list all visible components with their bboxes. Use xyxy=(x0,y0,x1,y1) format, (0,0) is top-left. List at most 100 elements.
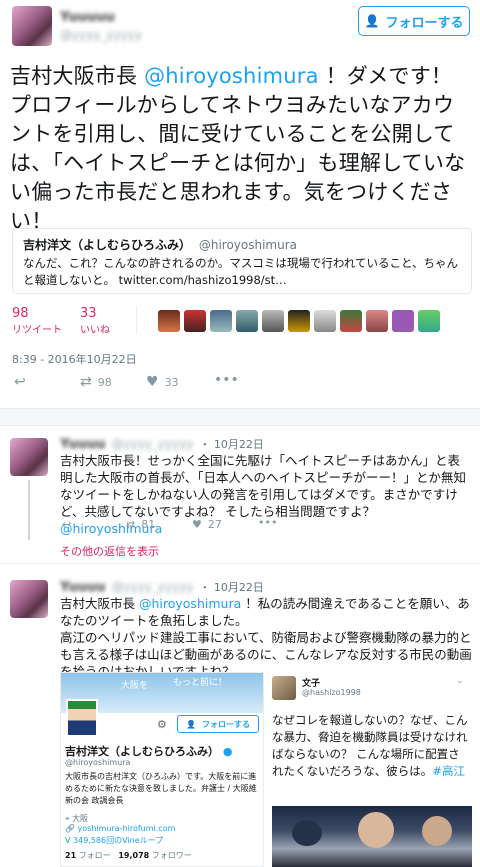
retweet-count: 98 xyxy=(12,306,29,321)
more-icon: ••• xyxy=(258,516,278,529)
following-count: 21 xyxy=(65,851,77,860)
more-icon: ••• xyxy=(214,372,239,388)
retweet-icon: ⇄ xyxy=(126,518,136,531)
embedded-handle: @hiroyoshimura xyxy=(65,758,131,767)
embedded-location: ⌖ 大阪 xyxy=(65,813,88,824)
embedded-website[interactable]: 🔗 yoshimura-hirofumi.com xyxy=(65,824,175,833)
follow-button[interactable]: 👤 フォローする xyxy=(358,6,470,36)
like-action-count: 33 xyxy=(164,375,179,389)
embedded-tweet[interactable]: 文子 @hashizo1998 ⌄ なぜコレを報道しないの？なぜ、こんな暴力、脅… xyxy=(270,672,472,867)
quoted-name: 吉村洋文（よしむらひろふみ） xyxy=(23,238,192,252)
follow-label: フォローする xyxy=(385,15,464,31)
quoted-handle: @hiroyoshimura xyxy=(198,238,298,252)
embedded-tweet-text: なぜコレを報道しないの？なぜ、こんな暴力、脅迫を機動隊員は受けなければならないの… xyxy=(272,712,470,780)
embedded-name-text: 吉村洋文（よしむらひろふみ） xyxy=(65,745,219,758)
like-action[interactable]: ♥ 33 xyxy=(146,374,179,390)
verified-icon: ● xyxy=(222,745,233,758)
embedded-follow-label: フォローする xyxy=(201,719,250,729)
retweet-icon: ⇄ xyxy=(80,374,92,390)
author-handle[interactable]: @yyyy_yyyyy xyxy=(60,28,142,42)
settings-icon: ⚙ xyxy=(157,718,167,731)
author-avatar[interactable] xyxy=(12,6,52,46)
quoted-tweet[interactable]: 吉村洋文（よしむらひろふみ） @hiroyoshimura なんだ、これ？こんな… xyxy=(12,228,472,294)
reply-action[interactable]: ↩ xyxy=(14,374,26,390)
liker-avatars xyxy=(158,310,440,332)
reply-date[interactable]: ・ 10月22日 xyxy=(199,579,264,595)
liker-avatar[interactable] xyxy=(262,310,284,332)
reply-avatar[interactable] xyxy=(10,580,48,618)
reply-action[interactable]: ↩ xyxy=(62,518,71,531)
retweet-action-count: 98 xyxy=(97,375,112,389)
reply-author-name[interactable]: Yuuuu xyxy=(60,580,106,595)
location-text: 大阪 xyxy=(72,814,89,823)
chevron-down-icon: ⌄ xyxy=(456,676,464,686)
like-action-count: 27 xyxy=(207,518,222,531)
liker-avatar[interactable] xyxy=(418,310,440,332)
reply-icon: ↩ xyxy=(62,518,72,531)
following-label: フォロー xyxy=(78,851,111,860)
embedded-tweet-avatar xyxy=(272,676,296,700)
reply-text: 吉村大阪市長 @hiroyoshimura ！私の読み間違えであることを願い、あ… xyxy=(60,595,472,680)
reply-author-name[interactable]: Yuuuu xyxy=(60,437,106,452)
mention-link[interactable]: @hiroyoshimura xyxy=(139,596,241,611)
more-action[interactable]: ••• xyxy=(214,372,239,388)
embedded-profile-card[interactable]: 大阪を もっと前に！ ⚙ 👤 フォローする 吉村洋文（よしむらひろふみ） ● @h… xyxy=(60,672,264,867)
reply-author-handle[interactable]: @yyyy_yyyyy xyxy=(112,580,194,594)
embedded-tweet-handle: @hashizo1998 xyxy=(302,688,361,697)
tweet-text-part: ！ダメです！ プロフィールからしてネトウヨみたいなアカウントを引用し、間に受けて… xyxy=(10,64,466,233)
stat-divider xyxy=(136,306,137,334)
embedded-counts: 21 フォロー 19,078 フォロワー xyxy=(65,850,192,861)
show-more-replies[interactable]: その他の返信を表示 xyxy=(60,543,159,559)
link-icon: 🔗 xyxy=(65,824,75,833)
embedded-name: 吉村洋文（よしむらひろふみ） ● xyxy=(65,743,232,759)
like-count: 33 xyxy=(80,306,97,321)
retweet-action[interactable]: ⇄ 98 xyxy=(80,374,112,390)
embedded-video[interactable] xyxy=(272,806,472,867)
followers-count: 19,078 xyxy=(118,851,150,860)
embedded-bio: 大阪市長の吉村洋文（ひろふみ）です。大阪を前に進めるために新たな決意を致しました… xyxy=(65,772,257,805)
liker-avatar[interactable] xyxy=(366,310,388,332)
heart-icon: ♥ xyxy=(146,374,159,390)
liker-avatar[interactable] xyxy=(340,310,362,332)
retweet-action[interactable]: ⇄ 81 xyxy=(126,518,155,531)
vine-text: 349,586回のVineループ xyxy=(73,836,164,845)
tweet-timestamp[interactable]: 8:39 - 2016年10月22日 xyxy=(12,351,137,367)
liker-avatar[interactable] xyxy=(184,310,206,332)
hashtag-link[interactable]: #高江 xyxy=(432,764,465,778)
embedded-follow-button[interactable]: 👤 フォローする xyxy=(177,715,259,733)
section-gap xyxy=(0,409,480,425)
add-user-icon: 👤 xyxy=(364,14,380,28)
reply-text-part: 吉村大阪市長 xyxy=(60,596,139,611)
video-figure xyxy=(422,816,452,846)
like-action[interactable]: ♥ 27 xyxy=(192,518,222,531)
reply-text-part: 吉村大阪市長！せっかく全国に先駆け「ヘイトスピーチはあかん」と表明した大阪市の首… xyxy=(60,453,467,519)
reply-header: Yuuuu @yyyy_yyyyy ・ 10月22日 xyxy=(60,579,264,595)
retweet-action-count: 81 xyxy=(141,518,156,531)
reply-date[interactable]: ・ 10月22日 xyxy=(199,436,264,452)
more-action[interactable]: ••• xyxy=(258,516,277,529)
liker-avatar[interactable] xyxy=(288,310,310,332)
tweet-text: 吉村大阪市長 @hiroyoshimura ！ダメです！ プロフィールからしてネ… xyxy=(10,62,472,236)
mention-link[interactable]: @hiroyoshimura xyxy=(144,64,319,88)
reply-author-handle[interactable]: @yyyy_yyyyy xyxy=(112,437,194,451)
tweet-text-part: 吉村大阪市長 xyxy=(10,64,145,88)
embedded-vine[interactable]: V 349,586回のVineループ xyxy=(65,835,163,846)
video-figure xyxy=(292,820,322,846)
heart-icon: ♥ xyxy=(192,518,202,531)
author-name[interactable]: Yuuuuu xyxy=(60,10,115,25)
thread-line xyxy=(28,480,30,540)
banner-text: 大阪を xyxy=(121,681,149,691)
liker-avatar[interactable] xyxy=(314,310,336,332)
liker-avatar[interactable] xyxy=(392,310,414,332)
retweet-label: リツイート xyxy=(12,325,62,336)
like-stat[interactable]: 33 いいね xyxy=(80,306,110,336)
banner-text-2: もっと前に！ xyxy=(173,678,228,688)
liker-avatar[interactable] xyxy=(158,310,180,332)
vine-icon: V xyxy=(65,836,71,845)
reply-avatar[interactable] xyxy=(10,438,48,476)
liker-avatar[interactable] xyxy=(210,310,232,332)
retweet-stat[interactable]: 98 リツイート xyxy=(12,306,62,336)
location-icon: ⌖ xyxy=(65,814,70,823)
video-figure xyxy=(358,812,394,848)
liker-avatar[interactable] xyxy=(236,310,258,332)
